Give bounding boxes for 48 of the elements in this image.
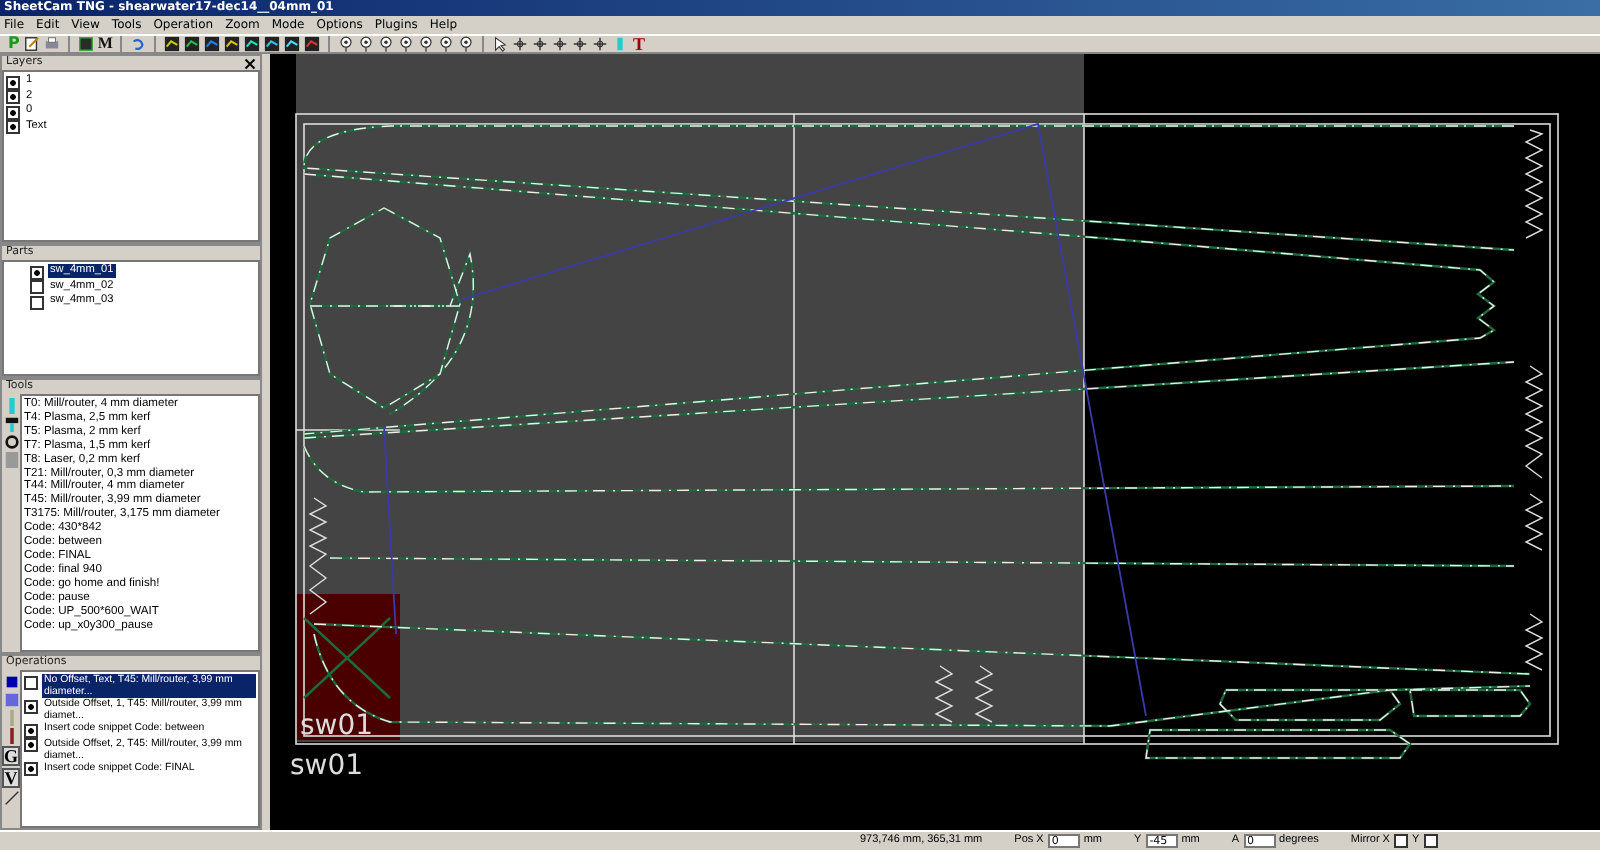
checkbox[interactable]: [24, 699, 38, 713]
square-icon[interactable]: [3, 674, 19, 690]
checkbox[interactable]: [6, 90, 20, 104]
pin-icon[interactable]: [338, 36, 355, 52]
toolbar-button[interactable]: T: [632, 36, 645, 52]
display-mode-icon[interactable]: [304, 36, 321, 52]
pin-icon[interactable]: [378, 36, 395, 52]
pin-icon[interactable]: [458, 36, 475, 52]
checkbox[interactable]: [6, 105, 20, 119]
checkbox[interactable]: [24, 762, 38, 776]
close-icon[interactable]: [244, 57, 256, 69]
edit-icon[interactable]: [23, 36, 40, 52]
display-mode-icon[interactable]: [184, 36, 201, 52]
pointer-icon[interactable]: [492, 36, 509, 52]
display-mode-icon[interactable]: [264, 36, 281, 52]
part-label: sw01: [290, 750, 364, 782]
move-icon[interactable]: [592, 36, 609, 52]
display-mode-icon[interactable]: [284, 36, 301, 52]
display-mode-icon[interactable]: [164, 36, 181, 52]
line-icon[interactable]: [3, 790, 19, 806]
checkbox[interactable]: [30, 295, 44, 309]
undo-icon[interactable]: [130, 36, 147, 52]
marker-icon[interactable]: [612, 36, 629, 52]
pin-icon[interactable]: [358, 36, 375, 52]
toolbar-button[interactable]: M: [97, 36, 113, 52]
checkbox[interactable]: [1423, 834, 1438, 848]
printer-icon[interactable]: [43, 36, 60, 52]
pin-icon[interactable]: [398, 36, 415, 52]
monitor-icon[interactable]: [77, 36, 94, 52]
display-mode-icon[interactable]: [224, 36, 241, 52]
checkbox[interactable]: [6, 75, 20, 89]
display-mode-icon[interactable]: [244, 36, 261, 52]
checkbox[interactable]: [30, 265, 44, 279]
checkbox[interactable]: [6, 120, 20, 134]
checkbox[interactable]: [1393, 834, 1408, 848]
display-mode-icon[interactable]: [204, 36, 221, 52]
move-icon[interactable]: [512, 36, 529, 52]
checkbox[interactable]: [24, 738, 38, 752]
move-icon[interactable]: [572, 36, 589, 52]
pin-icon[interactable]: [438, 36, 455, 52]
move-icon[interactable]: [552, 36, 569, 52]
pin-icon[interactable]: [418, 36, 435, 52]
checkbox[interactable]: [30, 280, 44, 294]
checkbox[interactable]: [24, 723, 38, 737]
strip-button[interactable]: G: [2, 746, 20, 766]
move-icon[interactable]: [532, 36, 549, 52]
checkbox[interactable]: [24, 675, 38, 689]
strip-button[interactable]: V: [2, 768, 20, 788]
